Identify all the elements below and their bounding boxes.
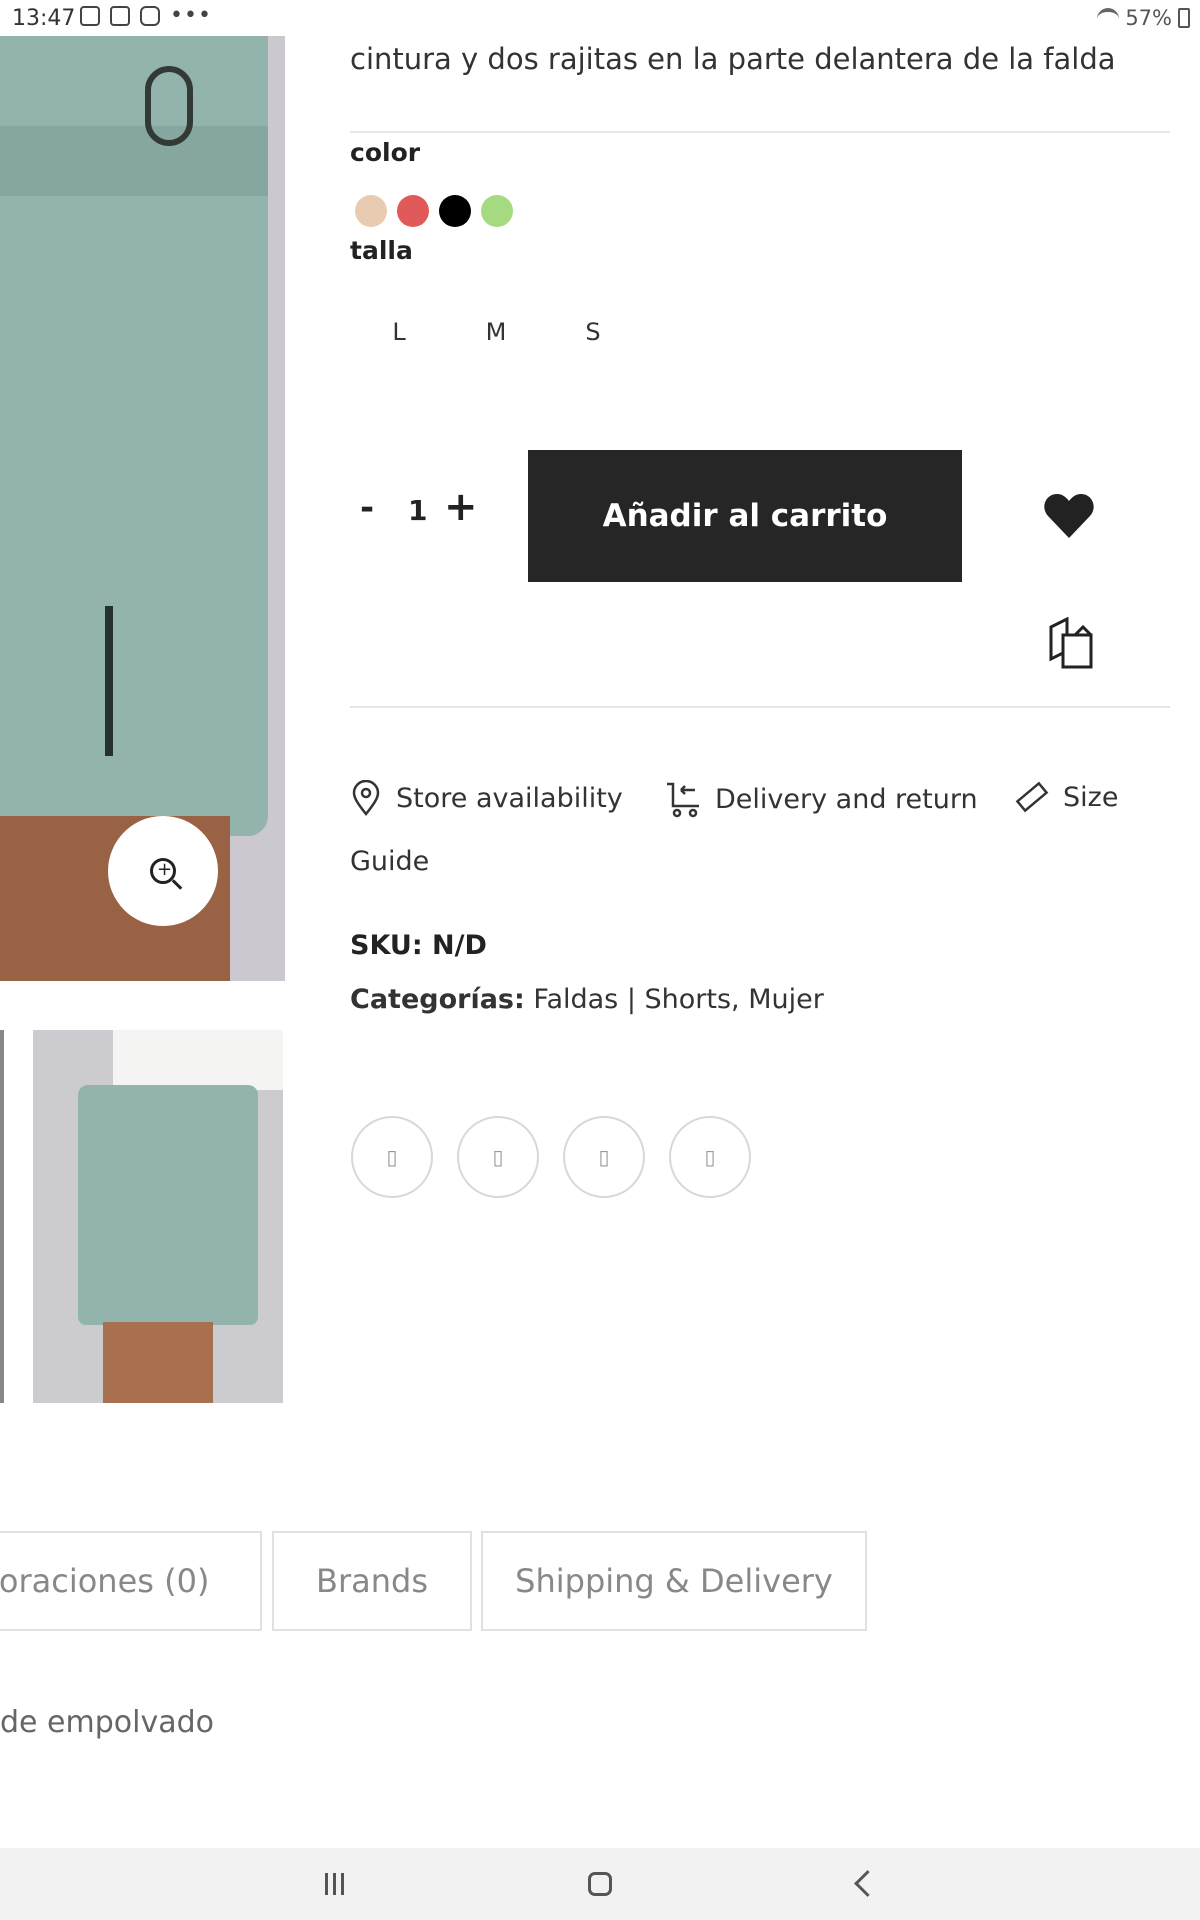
divider xyxy=(350,131,1170,133)
product-description: cintura y dos rajitas en la parte delant… xyxy=(350,42,1116,76)
store-availability-link[interactable]: Store availability xyxy=(350,780,623,816)
share-twitter-button[interactable]: ▯ xyxy=(457,1116,539,1198)
wifi-icon xyxy=(1097,8,1120,28)
size-guide-label-b[interactable]: Guide xyxy=(350,846,429,877)
share-facebook-button[interactable]: ▯ xyxy=(351,1116,433,1198)
delivery-cart-icon xyxy=(667,782,699,818)
status-right: 57% xyxy=(1097,6,1190,30)
share-icon: ▯ xyxy=(598,1145,610,1169)
tab-content-text: de empolvado xyxy=(0,1705,214,1740)
size-guide-label-a: Size xyxy=(1063,781,1119,813)
instagram-icon xyxy=(140,6,160,26)
thumbnail-shirt xyxy=(113,1030,283,1090)
home-button[interactable] xyxy=(588,1872,612,1896)
compare-icon[interactable] xyxy=(1045,617,1097,669)
lightroom-icon xyxy=(110,6,130,26)
skirt-belt xyxy=(0,126,268,196)
categories-label: Categorías: xyxy=(350,984,525,1015)
size-guide-link[interactable]: Size xyxy=(1015,780,1118,814)
ruler-icon xyxy=(1015,781,1049,813)
notification-icon xyxy=(80,6,100,26)
size-option-m[interactable]: M xyxy=(466,318,526,346)
thumbnail-skirt xyxy=(78,1085,258,1325)
zoom-button[interactable]: + xyxy=(108,816,218,926)
color-swatch-red[interactable] xyxy=(397,195,429,227)
delivery-return-link[interactable]: Delivery and return xyxy=(665,780,978,818)
categories: Categorías: Faldas | Shorts, Mujer xyxy=(350,984,824,1015)
location-pin-icon xyxy=(352,780,380,816)
share-email-button[interactable]: ▯ xyxy=(669,1116,751,1198)
delivery-return-label: Delivery and return xyxy=(715,783,978,815)
more-notifications-icon: ••• xyxy=(170,3,212,28)
battery-icon xyxy=(1178,8,1190,28)
tab-shipping-delivery[interactable]: Shipping & Delivery xyxy=(481,1531,867,1631)
thumbnail-previous[interactable] xyxy=(0,1030,4,1403)
wishlist-heart-icon[interactable] xyxy=(1043,492,1095,540)
color-label: color xyxy=(350,138,421,167)
quantity-decrease-button[interactable]: - xyxy=(360,488,374,528)
sku-text: SKU: N/D xyxy=(350,930,487,961)
share-pinterest-button[interactable]: ▯ xyxy=(563,1116,645,1198)
color-swatch-green[interactable] xyxy=(481,195,513,227)
quantity-value[interactable]: 1 xyxy=(408,494,427,527)
zoom-in-icon: + xyxy=(150,858,176,884)
share-icon: ▯ xyxy=(386,1145,398,1169)
belt-ring xyxy=(145,66,193,146)
categories-value[interactable]: Faldas | Shorts, Mujer xyxy=(533,984,823,1015)
status-time: 13:47 xyxy=(12,6,76,31)
size-option-s[interactable]: S xyxy=(563,318,623,346)
thumbnail-leg xyxy=(103,1322,213,1403)
share-icon: ▯ xyxy=(492,1145,504,1169)
share-icon: ▯ xyxy=(704,1145,716,1169)
color-swatch-beige[interactable] xyxy=(355,195,387,227)
product-thumbnail[interactable] xyxy=(33,1030,283,1403)
skirt-slit xyxy=(105,606,113,756)
status-notification-icons: ••• xyxy=(80,3,212,28)
divider xyxy=(350,706,1170,708)
quantity-increase-button[interactable]: + xyxy=(444,484,478,530)
size-label: talla xyxy=(350,236,413,265)
tab-reviews[interactable]: loraciones (0) xyxy=(0,1531,262,1631)
store-availability-label: Store availability xyxy=(396,782,623,814)
recents-button[interactable] xyxy=(325,1873,349,1895)
tab-brands[interactable]: Brands xyxy=(272,1531,472,1631)
size-option-l[interactable]: L xyxy=(369,318,429,346)
sku: SKU: N/D xyxy=(350,930,487,961)
battery-level: 57% xyxy=(1125,6,1172,30)
color-swatch-black[interactable] xyxy=(439,195,471,227)
add-to-cart-button[interactable]: Añadir al carrito xyxy=(528,450,962,582)
